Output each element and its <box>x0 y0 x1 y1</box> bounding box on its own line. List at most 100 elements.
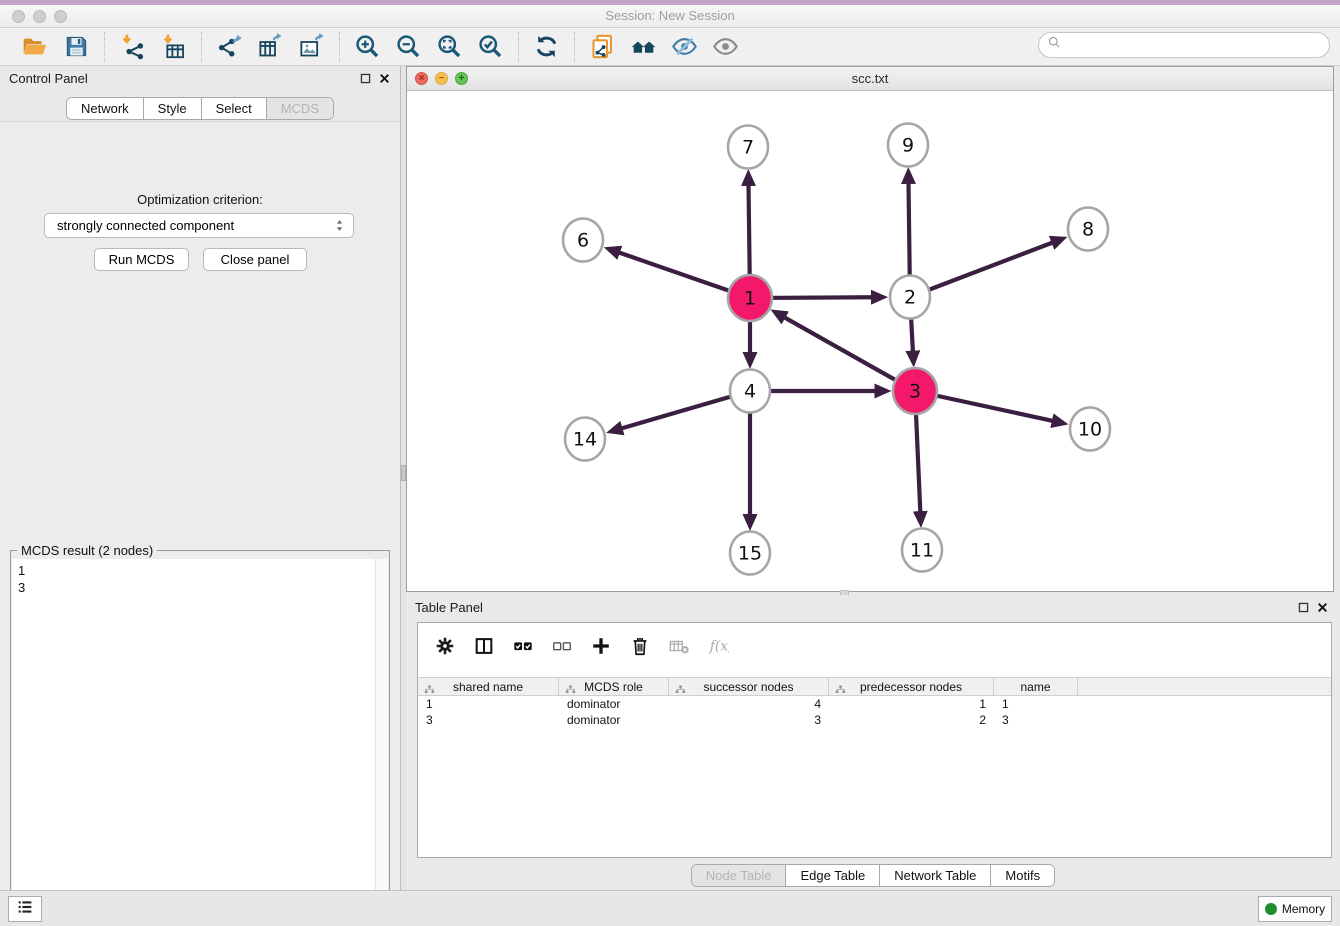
svg-text:8: 8 <box>1082 219 1094 241</box>
column-header-MCDS-role[interactable]: MCDS role <box>559 678 669 695</box>
graph-node-7[interactable]: 7 <box>728 126 768 169</box>
svg-text:14: 14 <box>573 429 597 451</box>
table-row[interactable]: 3dominator323 <box>418 712 1331 728</box>
select-all-icon[interactable] <box>512 635 534 657</box>
save-session-icon[interactable] <box>63 33 90 60</box>
tab-mcds[interactable]: MCDS <box>267 98 333 119</box>
graph-node-2[interactable]: 2 <box>890 276 930 319</box>
open-file-icon[interactable] <box>22 33 49 60</box>
memory-button[interactable]: Memory <box>1258 896 1332 922</box>
svg-text:11: 11 <box>910 540 934 562</box>
graph-node-4[interactable]: 4 <box>730 370 770 413</box>
criterion-select[interactable]: strongly connected component <box>44 213 354 238</box>
show-all-icon[interactable] <box>712 33 739 60</box>
task-history-button[interactable] <box>8 896 42 922</box>
mcds-result-group: MCDS result (2 nodes) 1 3 <box>10 550 390 926</box>
zoom-out-icon[interactable] <box>395 33 422 60</box>
window-title: Session: New Session <box>0 8 1340 23</box>
status-bar: Memory <box>0 890 1340 926</box>
deselect-all-icon[interactable] <box>551 635 573 657</box>
delete-row-icon[interactable] <box>629 635 651 657</box>
zoom-selected-icon[interactable] <box>477 33 504 60</box>
tab-motifs[interactable]: Motifs <box>991 865 1054 886</box>
clone-network-icon[interactable] <box>589 33 616 60</box>
select-chevrons-icon <box>332 218 347 233</box>
float-panel-icon[interactable] <box>359 72 372 85</box>
application-window: Session: New Session Control Panel Netwo… <box>0 0 1340 926</box>
network-graph: 7 9 6 8 1 2 4 3 14 10 15 11 <box>407 91 1333 591</box>
graph-node-6[interactable]: 6 <box>563 219 603 262</box>
graph-node-10[interactable]: 10 <box>1070 408 1110 451</box>
first-neighbors-icon[interactable] <box>630 33 657 60</box>
close-panel-button[interactable]: Close panel <box>203 248 307 271</box>
import-network-icon[interactable] <box>119 33 146 60</box>
columns-icon[interactable] <box>473 635 495 657</box>
tab-edge-table[interactable]: Edge Table <box>786 865 880 886</box>
graph-node-11[interactable]: 11 <box>902 529 942 572</box>
result-scrollbar[interactable] <box>375 559 388 926</box>
graph-node-3[interactable]: 3 <box>893 368 937 414</box>
table-row[interactable]: 1dominator411 <box>418 696 1331 712</box>
criterion-value: strongly connected component <box>57 218 234 233</box>
graph-node-8[interactable]: 8 <box>1068 208 1108 251</box>
svg-text:2: 2 <box>904 287 916 309</box>
table-cell: 1 <box>829 696 994 712</box>
memory-label: Memory <box>1282 902 1325 916</box>
apply-layout-icon[interactable] <box>533 33 560 60</box>
table-cell: dominator <box>559 696 669 712</box>
column-label: predecessor nodes <box>860 680 962 694</box>
export-network-icon[interactable] <box>216 33 243 60</box>
svg-text:9: 9 <box>902 135 914 157</box>
mcds-result-list: 1 3 <box>18 562 25 596</box>
column-header-name[interactable]: name <box>994 678 1078 695</box>
hierarchy-icon <box>675 682 686 693</box>
column-header-shared-name[interactable]: shared name <box>418 678 559 695</box>
hierarchy-icon <box>424 682 435 693</box>
edge-2-8[interactable] <box>910 243 1052 297</box>
memory-status-icon <box>1265 903 1277 915</box>
network-view-window: × − + scc.txt 7 9 6 8 1 2 4 3 14 10 15 11 <box>406 66 1334 592</box>
network-window-titlebar[interactable]: × − + scc.txt <box>407 67 1333 91</box>
run-mcds-button[interactable]: Run MCDS <box>94 248 189 271</box>
optimization-criterion-label: Optimization criterion: <box>0 192 400 207</box>
column-header-predecessor-nodes[interactable]: predecessor nodes <box>829 678 994 695</box>
table-tab-group: Node TableEdge TableNetwork TableMotifs <box>691 864 1055 887</box>
search-input[interactable] <box>1062 38 1329 53</box>
control-panel: Control Panel NetworkStyleSelectMCDS Opt… <box>0 66 401 890</box>
table-cell: 3 <box>418 712 559 728</box>
import-table-icon[interactable] <box>160 33 187 60</box>
zoom-fit-icon[interactable] <box>436 33 463 60</box>
table-container: f(x) shared nameMCDS role successor nodes… <box>417 622 1332 858</box>
hide-selected-icon[interactable] <box>671 33 698 60</box>
export-image-icon[interactable] <box>298 33 325 60</box>
close-panel-icon[interactable] <box>378 72 391 85</box>
table-toolbar: f(x) <box>418 623 1331 669</box>
float-table-panel-icon[interactable] <box>1297 601 1310 614</box>
node-table: shared nameMCDS role successor nodes prede… <box>418 677 1331 728</box>
toolbar-group <box>575 33 753 60</box>
zoom-in-icon[interactable] <box>354 33 381 60</box>
graph-node-14[interactable]: 14 <box>565 418 605 461</box>
settings-icon[interactable] <box>434 635 456 657</box>
network-canvas[interactable]: 7 9 6 8 1 2 4 3 14 10 15 11 <box>407 91 1333 591</box>
export-table-icon[interactable] <box>257 33 284 60</box>
tab-style[interactable]: Style <box>144 98 202 119</box>
column-label: successor nodes <box>703 680 793 694</box>
column-header-successor-nodes[interactable]: successor nodes <box>669 678 829 695</box>
mcds-result-area[interactable]: 1 3 <box>12 559 388 926</box>
table-header-row: shared nameMCDS role successor nodes prede… <box>418 677 1331 696</box>
graph-node-15[interactable]: 15 <box>730 532 770 575</box>
graph-node-9[interactable]: 9 <box>888 124 928 167</box>
graph-node-1[interactable]: 1 <box>728 275 772 321</box>
tab-network[interactable]: Network <box>67 98 144 119</box>
tab-select[interactable]: Select <box>202 98 267 119</box>
tab-node-table[interactable]: Node Table <box>692 865 787 886</box>
search-box[interactable] <box>1038 32 1330 58</box>
tab-network-table[interactable]: Network Table <box>880 865 991 886</box>
svg-text:3: 3 <box>909 381 921 403</box>
function-builder-icon: f(x) <box>707 635 729 657</box>
close-table-panel-icon[interactable] <box>1316 601 1329 614</box>
add-row-icon[interactable] <box>590 635 612 657</box>
table-cell: 3 <box>994 712 1078 728</box>
clear-table-icon <box>668 635 690 657</box>
